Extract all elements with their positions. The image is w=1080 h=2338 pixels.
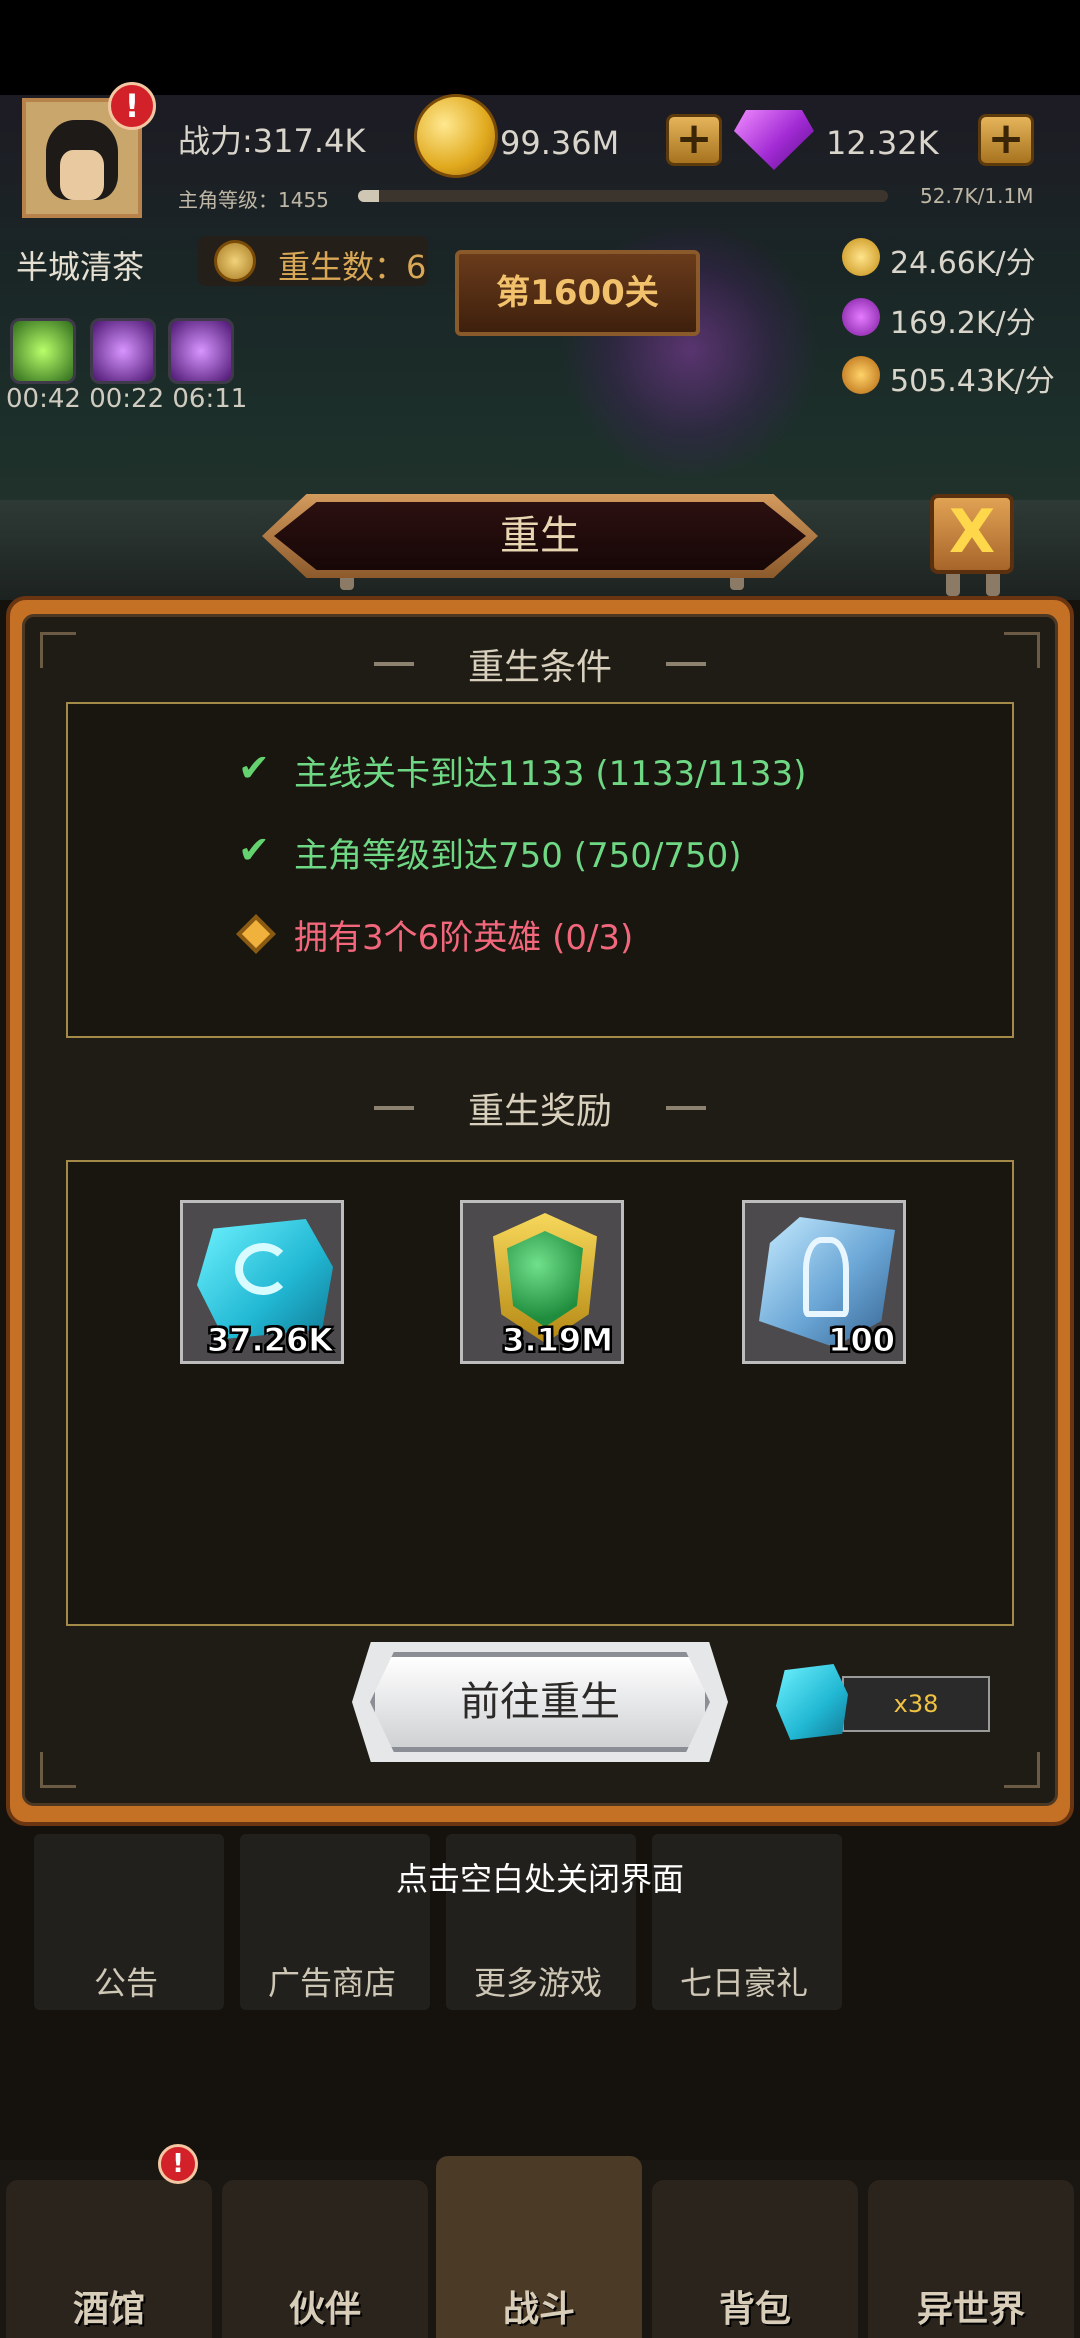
level-label: 主角等级：1455 xyxy=(178,188,329,212)
reward-item[interactable]: 3.19M xyxy=(460,1200,624,1364)
conditions-title: 重生条件 xyxy=(467,647,612,688)
tavern-alert-badge: ! xyxy=(158,2144,198,2184)
exp-rate: 169.2K/分 xyxy=(890,306,1036,341)
xp-text: 52.7K/1.1M xyxy=(920,184,1034,208)
menu-label: 更多游戏 xyxy=(474,1964,603,2002)
gold-rate-icon xyxy=(842,238,880,276)
close-hint[interactable]: 点击空白处关闭界面 xyxy=(0,1854,1080,1900)
rebirth-gear-icon xyxy=(214,240,256,282)
power-value: 战力:317.4K xyxy=(178,122,366,160)
add-gems-button[interactable]: + xyxy=(978,114,1034,166)
rebirth-count: 重生数：6 xyxy=(278,248,427,286)
close-button[interactable]: X xyxy=(930,494,1014,574)
title-ornament-right xyxy=(666,662,706,666)
status-bar-area xyxy=(0,0,1080,95)
gold-rate: 24.66K/分 xyxy=(890,246,1036,281)
coin-amount: 99.36M xyxy=(500,124,620,162)
tab-label: 伙伴 xyxy=(288,2289,361,2330)
player-name: 半城清茶 xyxy=(16,248,145,286)
menu-label: 广告商店 xyxy=(268,1964,397,2002)
reward-quantity: 3.19M xyxy=(502,1321,614,1360)
check-icon: ✔ xyxy=(238,828,270,872)
tab-other-world[interactable]: 异世界 xyxy=(868,2180,1074,2338)
resource-rate-icon xyxy=(842,356,880,394)
tab-label: 背包 xyxy=(718,2289,791,2330)
reward-item[interactable]: 37.26K xyxy=(180,1200,344,1364)
tab-label: 酒馆 xyxy=(72,2289,145,2330)
skill-slot-3[interactable] xyxy=(168,318,234,384)
axe-glyph xyxy=(803,1237,849,1317)
rebirth-cost: x38 xyxy=(842,1676,990,1732)
go-rebirth-button[interactable]: 前往重生 xyxy=(370,1652,710,1752)
exp-rate-icon xyxy=(842,298,880,336)
reward-quantity: 100 xyxy=(828,1321,896,1360)
cost-rune-icon xyxy=(776,1664,848,1740)
reward-item[interactable]: 100 xyxy=(742,1200,906,1364)
tab-partners[interactable]: 伙伴 xyxy=(222,2180,428,2338)
tab-backpack[interactable]: 背包 xyxy=(652,2180,858,2338)
reward-quantity: 37.26K xyxy=(206,1321,333,1360)
tab-battle[interactable]: 战斗 xyxy=(436,2156,642,2338)
rewards-title: 重生奖励 xyxy=(467,1091,612,1132)
game-screen: ! 战力:317.4K 主角等级：1455 52.7K/1.1M 99.36M … xyxy=(0,0,1080,2338)
avatar-face xyxy=(60,150,104,200)
corner-ornament xyxy=(1004,1752,1040,1788)
tab-label: 战斗 xyxy=(502,2289,575,2330)
skill-slot-1[interactable] xyxy=(10,318,76,384)
xp-bar xyxy=(358,190,888,202)
add-coins-button[interactable]: + xyxy=(666,114,722,166)
condition-item: 拥有3个6阶英雄 (0/3) xyxy=(294,918,634,958)
resource-rate: 505.43K/分 xyxy=(890,364,1055,399)
gem-amount: 12.32K xyxy=(826,124,939,162)
tab-tavern[interactable]: 酒馆 xyxy=(6,2180,212,2338)
menu-label: 公告 xyxy=(94,1964,159,2002)
title-ornament-right xyxy=(666,1106,706,1110)
condition-item: 主角等级到达750 (750/750) xyxy=(294,836,742,876)
coin-icon xyxy=(414,94,498,178)
check-icon: ✔ xyxy=(238,746,270,790)
menu-label: 七日豪礼 xyxy=(680,1964,809,2002)
tab-label: 异世界 xyxy=(916,2289,1025,2330)
condition-item: 主线关卡到达1133 (1133/1133) xyxy=(294,754,807,794)
xp-bar-fill xyxy=(358,190,380,202)
avatar-alert-badge: ! xyxy=(108,82,156,130)
corner-ornament xyxy=(40,1752,76,1788)
skill-slot-2[interactable] xyxy=(90,318,156,384)
skill-timers: 00:42 00:22 06:11 xyxy=(6,384,248,414)
stage-banner: 第1600关 xyxy=(455,250,700,336)
dialog-title: 重生 xyxy=(274,502,806,570)
rune-glyph xyxy=(235,1243,291,1295)
